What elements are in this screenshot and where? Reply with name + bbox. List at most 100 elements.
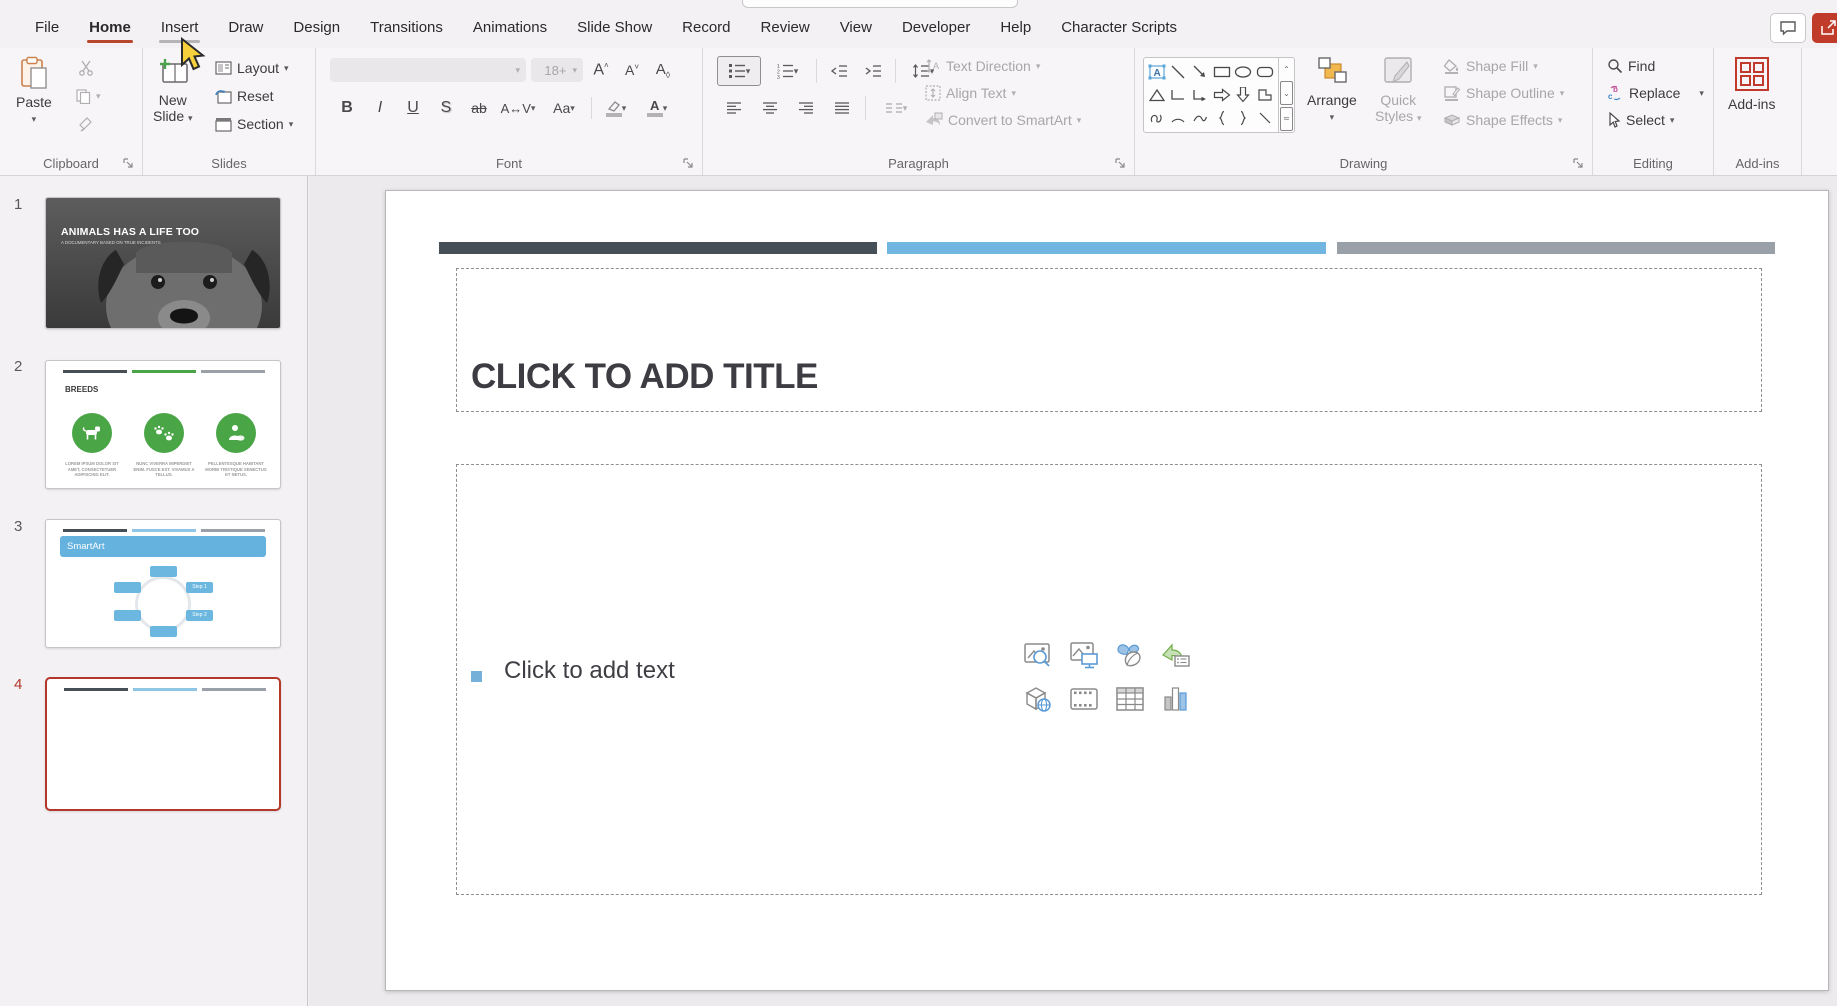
shape-right-brace[interactable] [1238, 110, 1248, 126]
character-spacing-button[interactable]: A↔V▾ [499, 96, 537, 120]
shapes-more-button[interactable]: ≂ [1280, 107, 1293, 131]
tab-character-scripts[interactable]: Character Scripts [1050, 13, 1188, 45]
shapes-gallery-scrollbar[interactable]: ⌃ ⌄ ≂ [1278, 58, 1294, 132]
tab-record[interactable]: Record [671, 13, 741, 45]
clipboard-dialog-launcher[interactable] [122, 157, 136, 171]
decrease-font-size-button[interactable]: A˅ [619, 58, 645, 82]
tab-review[interactable]: Review [750, 13, 821, 45]
tab-developer[interactable]: Developer [891, 13, 981, 45]
shapes-gallery[interactable]: A [1143, 57, 1295, 133]
shape-text-box[interactable]: A [1148, 64, 1166, 80]
select-button[interactable]: Select▾ [1607, 112, 1674, 128]
copy-button[interactable]: ▾ [75, 88, 101, 104]
reset-button[interactable]: Reset [215, 88, 274, 104]
insert-smartart-button[interactable] [1160, 639, 1192, 671]
layout-button[interactable]: Layout▾ [215, 60, 289, 76]
tab-home[interactable]: Home [78, 13, 142, 45]
shape-elbow-connector[interactable] [1170, 88, 1186, 102]
svg-text:A: A [933, 61, 939, 71]
shape-triangle[interactable] [1149, 88, 1165, 102]
insert-pictures-button[interactable] [1068, 639, 1100, 671]
slide-1-thumbnail[interactable]: ANIMALS HAS A LIFE TOO A DOCUMENTARY BAS… [45, 197, 281, 329]
text-shadow-button[interactable]: S [433, 96, 459, 120]
shape-right-arrow[interactable] [1213, 88, 1231, 102]
tab-view[interactable]: View [829, 13, 883, 45]
decrease-indent-button[interactable] [824, 59, 854, 83]
strikethrough-button[interactable]: ab [466, 96, 492, 120]
shape-left-brace[interactable] [1217, 110, 1227, 126]
title-placeholder[interactable]: CLICK TO ADD TITLE [456, 268, 1762, 412]
shape-arc[interactable] [1170, 112, 1186, 124]
slide-3-title: SmartArt [60, 536, 266, 557]
shapes-scroll-up[interactable]: ⌃ [1279, 58, 1294, 80]
increase-indent-button[interactable] [858, 59, 888, 83]
shape-rounded-rectangle[interactable] [1256, 65, 1274, 79]
shape-scribble[interactable] [1149, 111, 1165, 125]
tab-design[interactable]: Design [282, 13, 351, 45]
drawing-dialog-launcher[interactable] [1572, 157, 1586, 171]
format-painter-button[interactable] [78, 116, 94, 132]
font-name-combobox[interactable]: ▾ [330, 58, 526, 82]
insert-stock-images-button[interactable] [1022, 639, 1054, 671]
shape-effects-button[interactable]: Shape Effects▾ [1443, 112, 1562, 128]
insert-icons-button[interactable] [1114, 639, 1146, 671]
underline-button[interactable]: U [400, 96, 426, 120]
insert-video-button[interactable] [1068, 683, 1100, 715]
numbering-button[interactable]: 1 2 3 ▾ [765, 56, 809, 86]
shape-elbow-arrow-connector[interactable] [1192, 88, 1208, 102]
shape-oval[interactable] [1234, 65, 1252, 79]
tab-transitions[interactable]: Transitions [359, 13, 454, 45]
quick-styles-button[interactable]: Quick Styles ▾ [1375, 56, 1422, 126]
body-placeholder[interactable]: Click to add text [456, 464, 1762, 895]
shape-corner[interactable] [1257, 88, 1273, 102]
shape-arrow[interactable] [1192, 64, 1208, 80]
italic-button[interactable]: I [367, 96, 393, 120]
shape-down-arrow[interactable] [1236, 87, 1250, 103]
font-color-button[interactable]: A ▾ [640, 96, 674, 120]
align-center-button[interactable] [757, 96, 783, 120]
align-left-button[interactable] [721, 96, 747, 120]
align-text-button[interactable]: Align Text▾ [925, 85, 1016, 101]
slide-2-thumbnail[interactable]: BREEDS [45, 360, 281, 489]
shapes-scroll-down[interactable]: ⌄ [1280, 81, 1293, 105]
tab-file[interactable]: File [24, 13, 70, 45]
insert-chart-button[interactable] [1160, 683, 1192, 715]
paste-button[interactable]: Paste ▾ [16, 56, 52, 125]
find-button[interactable]: Find [1607, 58, 1655, 74]
text-direction-button[interactable]: A Text Direction▾ [925, 58, 1040, 74]
tab-slide-show[interactable]: Slide Show [566, 13, 663, 45]
shape-fill-button[interactable]: Shape Fill▾ [1443, 58, 1538, 74]
arrange-button[interactable]: Arrange ▾ [1307, 56, 1357, 123]
insert-3d-models-button[interactable] [1022, 683, 1054, 715]
cut-button[interactable] [78, 60, 94, 76]
bold-button[interactable]: B [334, 96, 360, 120]
shape-line-2[interactable] [1257, 110, 1273, 126]
text-highlight-color-button[interactable]: ▾ [599, 96, 633, 120]
columns-button[interactable]: ▾ [876, 96, 916, 120]
tab-animations[interactable]: Animations [462, 13, 558, 45]
bullets-button[interactable]: ▾ [717, 56, 761, 86]
shape-outline-button[interactable]: Shape Outline▾ [1443, 85, 1564, 101]
clear-formatting-button[interactable]: A◊ [650, 58, 676, 82]
font-size-combobox[interactable]: 18+▾ [531, 58, 583, 82]
tab-help[interactable]: Help [989, 13, 1042, 45]
section-button[interactable]: Section▾ [215, 116, 293, 132]
slide-3-thumbnail[interactable]: SmartArt Step 1 Step 2 [45, 519, 281, 648]
change-case-button[interactable]: Aa▾ [544, 96, 584, 120]
addins-button[interactable]: Add-ins [1728, 56, 1775, 112]
insert-table-button[interactable] [1114, 683, 1146, 715]
shape-curve[interactable] [1192, 112, 1208, 124]
font-dialog-launcher[interactable] [682, 157, 696, 171]
convert-to-smartart-button[interactable]: Convert to SmartArt▾ [925, 112, 1081, 128]
paragraph-dialog-launcher[interactable] [1114, 157, 1128, 171]
justify-button[interactable] [829, 96, 855, 120]
current-slide[interactable]: CLICK TO ADD TITLE Click to add text [385, 190, 1829, 991]
tab-draw[interactable]: Draw [217, 13, 274, 45]
shape-rectangle[interactable] [1213, 65, 1231, 79]
increase-font-size-button[interactable]: A˄ [588, 58, 614, 82]
align-right-button[interactable] [793, 96, 819, 120]
search-box-remnant[interactable] [742, 0, 1018, 8]
shape-line[interactable] [1170, 64, 1186, 80]
slide-4-thumbnail[interactable] [45, 677, 281, 811]
replace-button[interactable]: b c Replace▾ [1607, 85, 1704, 101]
